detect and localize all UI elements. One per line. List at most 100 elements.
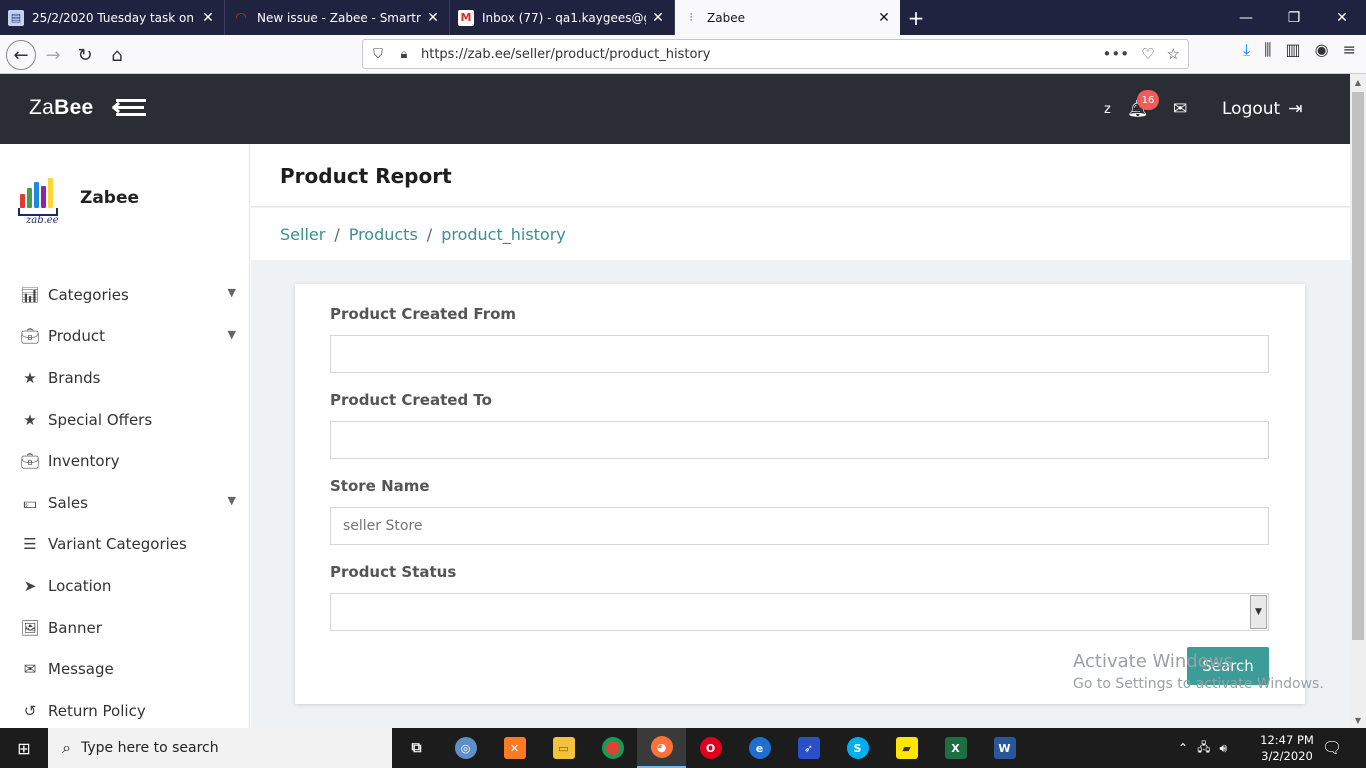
hamburger-menu-icon[interactable]: ≡ xyxy=(1343,40,1356,60)
sidebar-item-label: Location xyxy=(48,576,112,595)
page-header: Product Report xyxy=(251,144,1350,207)
sidebar-item-label: Product xyxy=(48,327,105,346)
opera-icon[interactable]: O xyxy=(686,728,735,768)
close-icon[interactable]: ✕ xyxy=(650,10,666,26)
sidebar-item-label: Banner xyxy=(48,618,102,637)
envelope-icon[interactable]: ✉ xyxy=(1173,99,1187,119)
action-center-icon[interactable]: 🗨︎ xyxy=(1322,738,1342,757)
page-scrollbar[interactable]: ▲ ▼ xyxy=(1350,74,1366,728)
back-icon[interactable]: ← xyxy=(6,40,36,70)
sidebar-menu: 📊︎ Categories ▼ 💼︎ Product ▼ ★ Brands ★ … xyxy=(0,274,249,728)
main-content: Product Report Seller / Products / produ… xyxy=(251,144,1350,728)
breadcrumb-products[interactable]: Products xyxy=(349,225,418,244)
xampp-icon[interactable]: ✕ xyxy=(490,728,539,768)
sidebar-item-inventory[interactable]: 💼︎ Inventory xyxy=(0,440,249,482)
browser-tab-task-doc[interactable]: ▤ 25/2/2020 Tuesday task on my ✕ xyxy=(0,0,225,35)
restore-icon[interactable]: ❐ xyxy=(1270,0,1318,35)
menu-toggle-icon[interactable] xyxy=(111,98,149,118)
browser-tab-new-issue[interactable]: ◠ New issue - Zabee - Smartmicr ✕ xyxy=(225,0,450,35)
close-icon[interactable]: ✕ xyxy=(876,10,892,26)
store-name-input[interactable] xyxy=(330,507,1269,545)
product-status-label: Product Status xyxy=(330,563,457,581)
undo-icon: ↺ xyxy=(23,701,37,720)
task-view-icon[interactable]: ⧉ xyxy=(392,728,441,768)
file-explorer-icon[interactable]: ▭ xyxy=(539,728,588,768)
close-icon[interactable]: ✕ xyxy=(425,10,441,26)
volume-icon[interactable]: 🔊︎ xyxy=(1219,741,1227,756)
star-icon: ★ xyxy=(23,410,37,429)
sidebar-item-label: Inventory xyxy=(48,452,120,471)
url-bar[interactable]: ⛉ 🔒︎ https://zab.ee/seller/product/produ… xyxy=(362,39,1189,69)
excel-icon[interactable]: X xyxy=(931,728,980,768)
shield-icon[interactable]: ⛉ xyxy=(367,47,389,62)
tab-title: Inbox (77) - qa1.kaygees@gma xyxy=(482,10,646,25)
account-icon[interactable]: ◉ xyxy=(1315,40,1329,60)
gmail-icon: M xyxy=(458,9,474,26)
new-tab-button[interactable]: + xyxy=(900,0,932,35)
sidebar-item-special-offers[interactable]: ★ Special Offers xyxy=(0,399,249,441)
browser-tab-zabee[interactable]: ⫶ Zabee ✕ xyxy=(675,0,900,35)
minimize-icon[interactable]: — xyxy=(1222,0,1270,35)
created-to-input[interactable] xyxy=(330,421,1269,459)
close-icon[interactable]: ✕ xyxy=(1318,0,1366,35)
pocket-icon[interactable]: ♡ xyxy=(1141,45,1154,63)
logo-text: zab.ee xyxy=(26,215,59,226)
doc-icon: ▤ xyxy=(8,9,24,26)
network-icon[interactable]: 🖧︎ xyxy=(1197,738,1210,759)
briefcase-icon: 💼︎ xyxy=(20,452,40,471)
library-icon[interactable]: ⫼ xyxy=(1264,40,1271,60)
network-app-icon[interactable]: ◎ xyxy=(441,728,490,768)
sign-out-icon: ⇥ xyxy=(1288,99,1303,119)
chevron-up-icon[interactable]: ⌃ xyxy=(1178,741,1188,755)
sidebar-item-return-policy[interactable]: ↺ Return Policy xyxy=(0,690,249,728)
windows-start-icon[interactable]: ⊞ xyxy=(0,728,48,768)
sidebar-item-message[interactable]: ✉ Message xyxy=(0,648,249,690)
scroll-down-icon[interactable]: ▼ xyxy=(1350,712,1366,728)
skype-icon[interactable]: S xyxy=(833,728,882,768)
vpn-app-icon[interactable]: ➶ xyxy=(784,728,833,768)
sidebar-item-categories[interactable]: 📊︎ Categories ▼ xyxy=(0,274,249,316)
edge-icon[interactable]: e xyxy=(735,728,784,768)
bookmark-star-icon[interactable]: ☆ xyxy=(1167,45,1180,63)
activate-windows-watermark: Activate Windows Go to Settings to activ… xyxy=(1073,651,1324,692)
home-icon[interactable]: ⌂ xyxy=(102,40,132,70)
firefox-icon[interactable]: ◕ xyxy=(637,728,686,768)
product-status-select[interactable]: ▼ xyxy=(330,593,1269,631)
download-icon[interactable]: ⤓ xyxy=(1243,40,1250,60)
close-icon[interactable]: ✕ xyxy=(200,10,216,26)
zabee-icon: ⫶ xyxy=(689,10,693,24)
sidebar-item-sales[interactable]: 💵︎ Sales ▼ xyxy=(0,482,249,524)
sticky-notes-icon[interactable]: ▰ xyxy=(882,728,931,768)
sidebar-item-product[interactable]: 💼︎ Product ▼ xyxy=(0,316,249,358)
sidebar-item-brands[interactable]: ★ Brands xyxy=(0,357,249,399)
brand-logo[interactable]: ZaBee xyxy=(29,96,94,120)
chevron-down-icon: ▼ xyxy=(227,493,236,507)
scrollbar-thumb[interactable] xyxy=(1352,92,1364,640)
sidebar-item-location[interactable]: ➤ Location xyxy=(0,565,249,607)
url-text[interactable]: https://zab.ee/seller/product/product_hi… xyxy=(415,47,1103,62)
taskbar-clock[interactable]: 12:47 PM 3/2/2020 xyxy=(1257,732,1317,764)
scroll-up-icon[interactable]: ▲ xyxy=(1350,74,1366,90)
breadcrumb-product-history[interactable]: product_history xyxy=(441,225,566,244)
sidebar-toggle-icon[interactable]: ▥ xyxy=(1286,40,1301,60)
reload-icon[interactable]: ↻ xyxy=(70,40,100,70)
browser-tab-inbox[interactable]: M Inbox (77) - qa1.kaygees@gma ✕ xyxy=(450,0,675,35)
chevron-down-icon: ▼ xyxy=(227,327,236,341)
word-icon[interactable]: W xyxy=(980,728,1029,768)
browser-navbar: ← → ↻ ⌂ ⛉ 🔒︎ https://zab.ee/seller/produ… xyxy=(0,35,1366,74)
lock-icon[interactable]: 🔒︎ xyxy=(393,47,415,62)
logout-button[interactable]: Logout ⇥ xyxy=(1222,99,1302,119)
taskbar-search[interactable]: ⌕ Type here to search xyxy=(48,728,392,768)
created-from-input[interactable] xyxy=(330,335,1269,373)
user-initial[interactable]: z xyxy=(1104,102,1111,117)
system-tray: ⌃ 🖧︎ 🔊︎ xyxy=(1178,728,1227,768)
sidebar-item-variant-categories[interactable]: ☰ Variant Categories xyxy=(0,524,249,566)
sidebar-item-label: Categories xyxy=(48,285,129,304)
breadcrumb-seller[interactable]: Seller xyxy=(280,225,325,244)
chrome-icon[interactable] xyxy=(588,728,637,768)
forward-icon[interactable]: → xyxy=(38,40,68,70)
sidebar-item-label: Sales xyxy=(48,493,88,512)
chevron-down-icon[interactable]: ▼ xyxy=(1250,595,1267,629)
sidebar-item-banner[interactable]: 🖼︎ Banner xyxy=(0,607,249,649)
more-actions-icon[interactable]: ••• xyxy=(1103,45,1130,63)
